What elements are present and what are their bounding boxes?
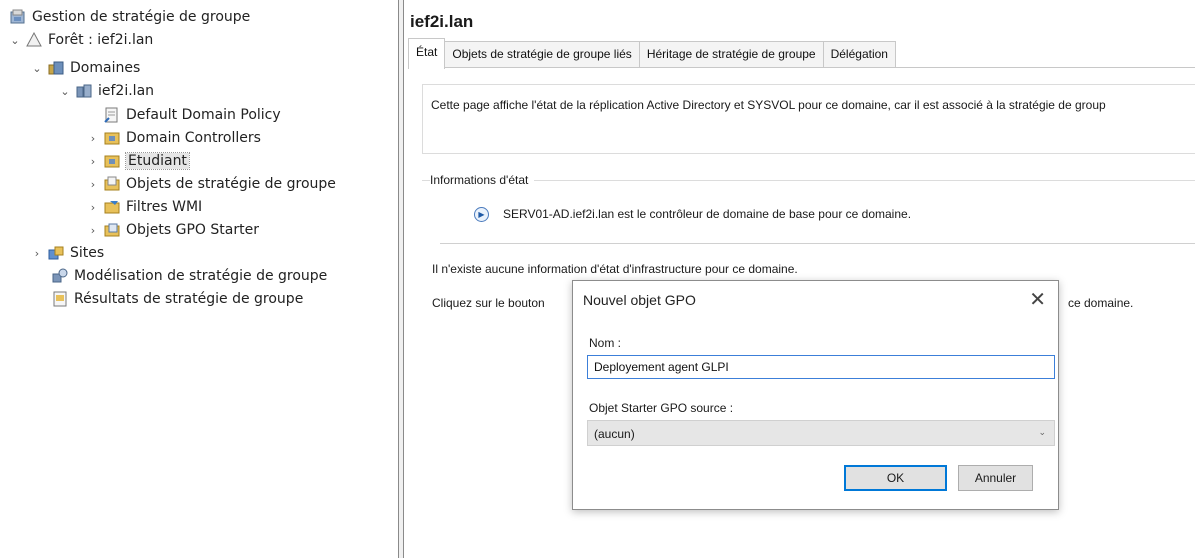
divider <box>440 243 1195 244</box>
tree-item-label: Domain Controllers <box>126 130 261 146</box>
tab-divider <box>408 67 1195 68</box>
starter-gpo-label: Objet Starter GPO source : <box>589 401 734 415</box>
tree-domain-label: ief2i.lan <box>98 83 155 99</box>
tree-item-label: Filtres WMI <box>126 199 203 215</box>
tree-item-label: Objets GPO Starter <box>126 222 259 238</box>
wmi-folder-icon <box>104 199 120 215</box>
tree-item-etudiant[interactable]: › Etudiant <box>86 150 190 172</box>
name-label: Nom : <box>589 336 622 350</box>
tree-results-label: Résultats de stratégie de groupe <box>74 291 304 307</box>
tree-item-domain-controllers[interactable]: › Domain Controllers <box>86 127 261 149</box>
tab-delegation[interactable]: Délégation <box>822 41 896 68</box>
page-title: ief2i.lan <box>410 12 474 31</box>
chevron-right-icon[interactable]: › <box>86 224 100 237</box>
sites-icon <box>48 245 64 261</box>
ou-folder-icon <box>104 130 120 146</box>
tree-root[interactable]: Gestion de stratégie de groupe <box>10 6 250 28</box>
gpo-link-icon <box>104 107 120 123</box>
starter-gpo-select[interactable]: (aucun) ⌄ <box>587 420 1055 446</box>
close-icon[interactable]: ✕ <box>1029 287 1046 312</box>
tree-item-wmi-filters[interactable]: › Filtres WMI <box>86 196 202 218</box>
tab-etat[interactable]: État <box>408 38 446 69</box>
gpo-name-input[interactable] <box>587 355 1055 379</box>
expand-info-icon[interactable]: ▶ <box>474 207 489 222</box>
tree-item-label: Default Domain Policy <box>126 107 281 123</box>
forest-icon <box>26 31 42 48</box>
chevron-down-icon[interactable]: ⌄ <box>1038 427 1046 438</box>
tree-domain[interactable]: ⌄ ief2i.lan <box>58 80 154 102</box>
description-text: Cette page affiche l'état de la réplicat… <box>431 98 1106 112</box>
baseline-dc-text: SERV01-AD.ief2i.lan est le contrôleur de… <box>503 207 912 221</box>
results-icon <box>52 291 68 307</box>
chevron-right-icon[interactable]: › <box>86 178 100 191</box>
chevron-right-icon[interactable]: › <box>86 132 100 145</box>
infrastructure-status-text: Il n'existe aucune information d'état d'… <box>432 262 798 276</box>
chevron-down-icon[interactable]: ⌄ <box>30 62 44 75</box>
tree-item-default-policy[interactable]: Default Domain Policy <box>104 104 281 126</box>
tree-modeling[interactable]: Modélisation de stratégie de groupe <box>52 265 327 287</box>
domains-icon <box>48 60 64 76</box>
ok-button[interactable]: OK <box>844 465 947 491</box>
dialog-title: Nouvel objet GPO <box>583 292 696 308</box>
status-group: Informations d'état ▶ SERV01-AD.ief2i.la… <box>422 173 1195 241</box>
tree-domains[interactable]: ⌄ Domaines <box>30 57 140 79</box>
tree-root-label: Gestion de stratégie de groupe <box>32 9 251 25</box>
modeling-icon <box>52 268 68 284</box>
status-group-label: Informations d'état <box>430 173 535 187</box>
tree-sites[interactable]: › Sites <box>30 242 104 264</box>
gpm-icon <box>10 9 26 25</box>
chevron-right-icon[interactable]: › <box>86 201 100 214</box>
new-gpo-dialog: Nouvel objet GPO ✕ Nom : Objet Starter G… <box>572 280 1059 510</box>
description-box: Cette page affiche l'état de la réplicat… <box>422 84 1195 154</box>
click-instruction-text: Cliquez sur le bouton <box>432 296 545 310</box>
tree-item-label: Etudiant <box>125 152 190 170</box>
ou-folder-icon <box>104 153 120 169</box>
gpo-folder-icon <box>104 176 120 192</box>
tree-forest[interactable]: ⌄ Forêt : ief2i.lan <box>8 29 153 51</box>
tree-item-label: Objets de stratégie de groupe <box>126 176 336 192</box>
chevron-right-icon[interactable]: › <box>86 155 100 168</box>
domain-icon <box>76 83 92 99</box>
tab-inheritance[interactable]: Héritage de stratégie de groupe <box>638 41 824 68</box>
starter-folder-icon <box>104 222 120 238</box>
tab-linked-gpos[interactable]: Objets de stratégie de groupe liés <box>444 41 640 68</box>
tree-item-gpo-objects[interactable]: › Objets de stratégie de groupe <box>86 173 336 195</box>
console-tree: Gestion de stratégie de groupe ⌄ Forêt :… <box>0 0 398 558</box>
tree-sites-label: Sites <box>70 245 105 261</box>
cancel-button[interactable]: Annuler <box>958 465 1033 491</box>
starter-gpo-value: (aucun) <box>594 427 635 441</box>
tree-item-starter-gpo[interactable]: › Objets GPO Starter <box>86 219 259 241</box>
tree-modeling-label: Modélisation de stratégie de groupe <box>74 268 328 284</box>
chevron-down-icon[interactable]: ⌄ <box>8 34 22 47</box>
tree-results[interactable]: Résultats de stratégie de groupe <box>52 288 303 310</box>
tree-domains-label: Domaines <box>70 60 141 76</box>
chevron-right-icon[interactable]: › <box>30 247 44 260</box>
tree-forest-label: Forêt : ief2i.lan <box>48 32 154 48</box>
chevron-down-icon[interactable]: ⌄ <box>58 85 72 98</box>
click-instruction-tail: ce domaine. <box>1068 296 1134 310</box>
tab-bar: État Objets de stratégie de groupe liés … <box>408 38 896 69</box>
